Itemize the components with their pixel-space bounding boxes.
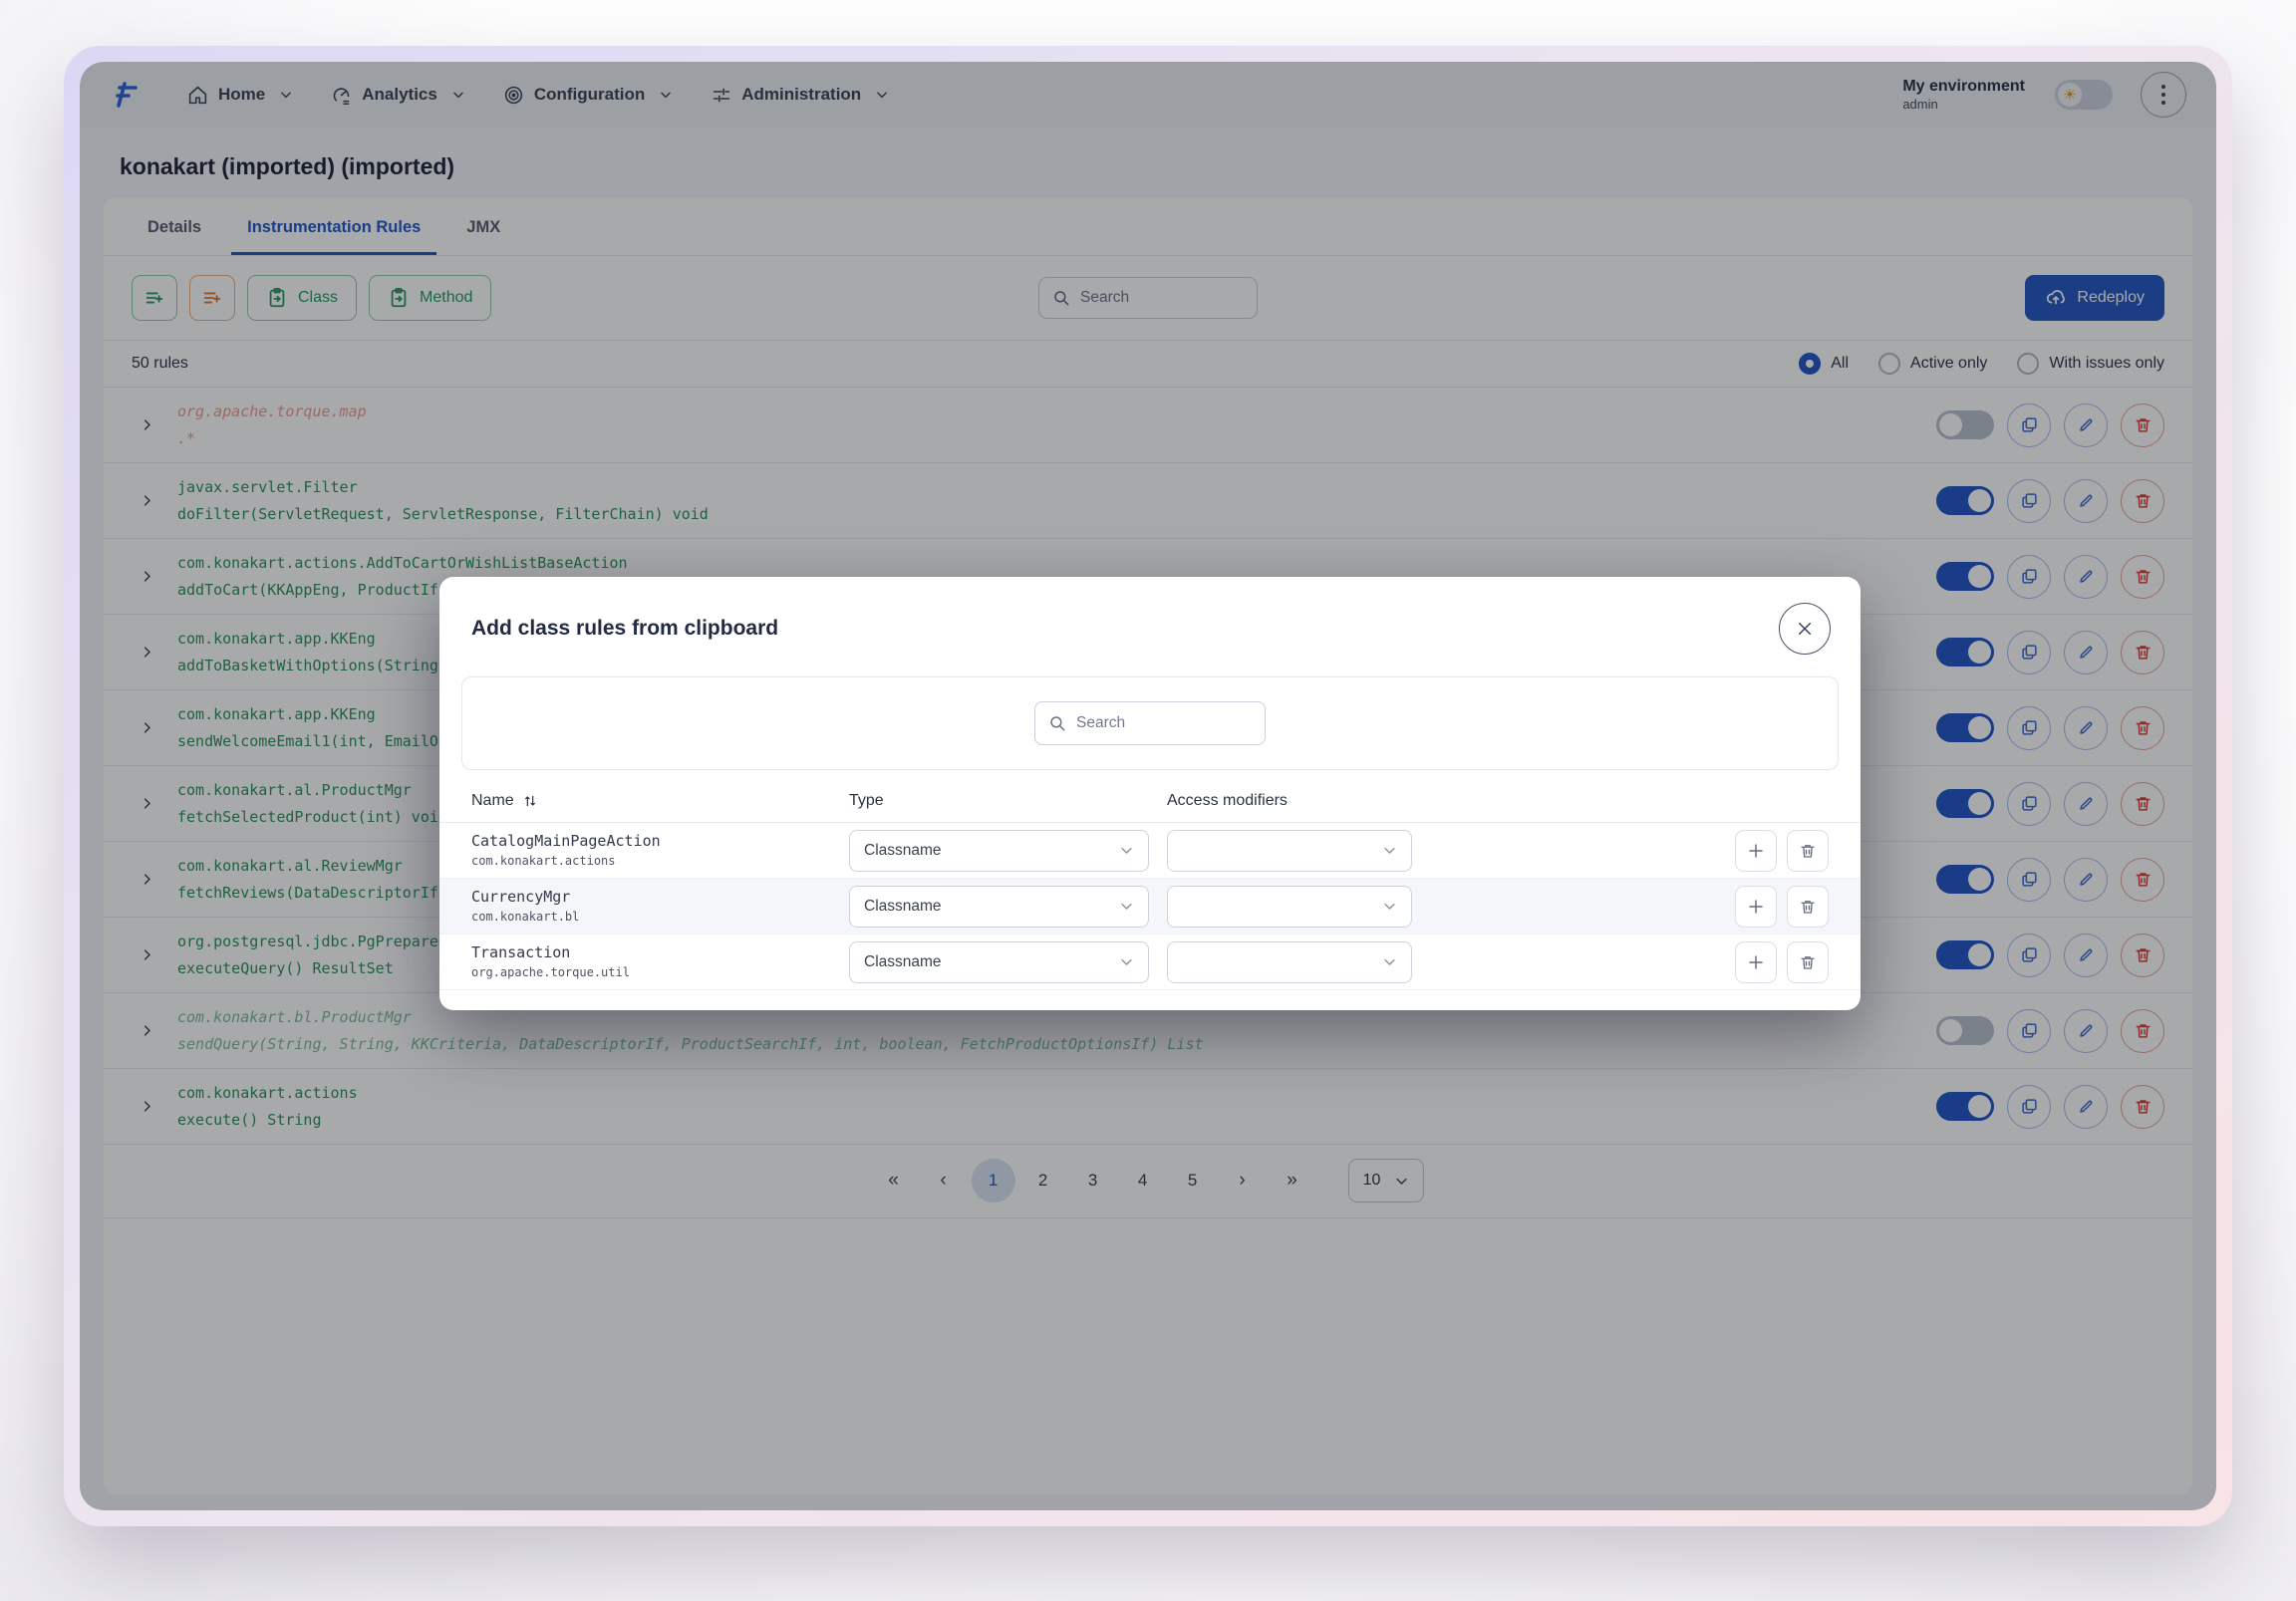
modal-close-button[interactable] [1779,603,1831,655]
type-select[interactable]: Classname [849,830,1149,872]
type-select[interactable]: Classname [849,886,1149,928]
type-select[interactable]: Classname [849,941,1149,983]
column-name: Name [471,792,514,810]
column-access-modifiers: Access modifiers [1167,792,1829,810]
access-modifiers-select[interactable] [1167,886,1412,928]
chevron-down-icon [1382,899,1397,914]
modal-table-body: CatalogMainPageAction com.konakart.actio… [439,823,1861,990]
plus-icon [1747,953,1765,971]
chevron-down-icon [1119,843,1134,858]
trash-icon [1799,842,1817,860]
class-package: com.konakart.actions [471,853,661,870]
search-icon [1048,714,1066,732]
add-row-button[interactable] [1735,830,1777,872]
chevron-down-icon [1119,954,1134,969]
modal-title: Add class rules from clipboard [471,617,778,641]
remove-row-button[interactable] [1787,941,1829,983]
access-modifiers-select[interactable] [1167,941,1412,983]
modal-header: Add class rules from clipboard [439,577,1861,661]
remove-row-button[interactable] [1787,886,1829,928]
close-icon [1796,620,1814,638]
type-select-value: Classname [864,953,942,971]
class-name-cell: CatalogMainPageAction com.konakart.actio… [471,831,661,870]
column-type: Type [849,792,1167,810]
modal-search-panel [461,676,1839,770]
class-package: org.apache.torque.util [471,964,630,981]
class-name-cell: CurrencyMgr com.konakart.bl [471,887,579,926]
clipboard-rule-row: Transaction org.apache.torque.util Class… [439,934,1861,990]
chevron-down-icon [1382,954,1397,969]
class-name: CurrencyMgr [471,887,579,909]
type-select-value: Classname [864,842,942,860]
clipboard-rule-row: CurrencyMgr com.konakart.bl Classname [439,879,1861,934]
plus-icon [1747,898,1765,916]
add-row-button[interactable] [1735,886,1777,928]
class-name: CatalogMainPageAction [471,831,661,853]
modal-table-header: Name Type Access modifiers [439,770,1861,823]
screen: Home Analytics [0,0,2296,1601]
add-class-rules-modal: Add class rules from clipboard [439,577,1861,1010]
trash-icon [1799,953,1817,971]
plus-icon [1747,842,1765,860]
class-name: Transaction [471,942,630,964]
remove-row-button[interactable] [1787,830,1829,872]
type-select-value: Classname [864,898,942,916]
sort-icon[interactable] [522,793,538,809]
trash-icon [1799,898,1817,916]
modal-search-input[interactable] [1076,714,1252,732]
class-package: com.konakart.bl [471,909,579,926]
chevron-down-icon [1382,843,1397,858]
clipboard-rule-row: CatalogMainPageAction com.konakart.actio… [439,823,1861,879]
modal-search [1034,701,1266,745]
chevron-down-icon [1119,899,1134,914]
add-row-button[interactable] [1735,941,1777,983]
class-name-cell: Transaction org.apache.torque.util [471,942,630,981]
access-modifiers-select[interactable] [1167,830,1412,872]
